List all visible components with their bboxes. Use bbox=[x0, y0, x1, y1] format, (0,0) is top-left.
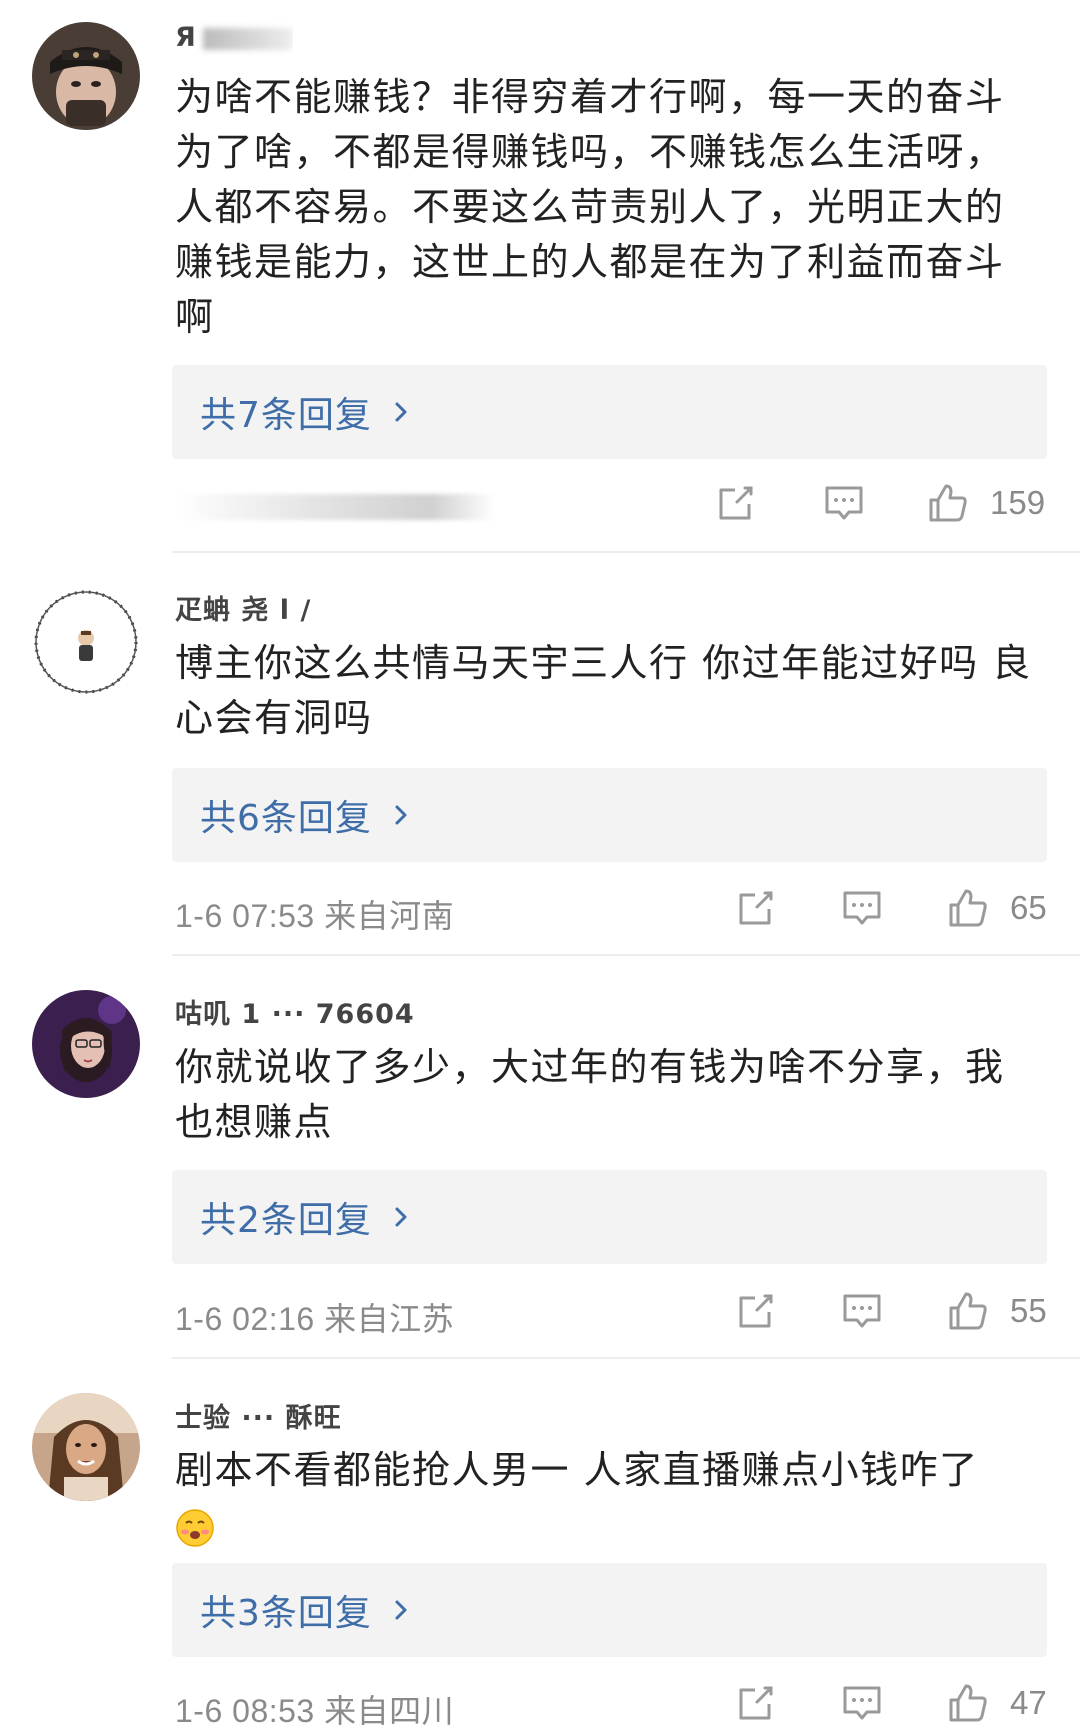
thumbs-up-icon[interactable] bbox=[947, 887, 989, 929]
divider bbox=[172, 1357, 1080, 1359]
like-count: 55 bbox=[1010, 1292, 1047, 1329]
comment-text: 博主你这么共情马天宇三人行 你过年能过好吗 良心会有洞吗 bbox=[175, 641, 1032, 740]
comment-icon[interactable] bbox=[823, 482, 865, 524]
avatar[interactable] bbox=[32, 990, 140, 1098]
comment-meta: 159 bbox=[175, 480, 1050, 530]
replies-label: 共6条回复 bbox=[200, 798, 372, 839]
avatar[interactable] bbox=[32, 22, 140, 130]
username[interactable]: Я bbox=[175, 22, 293, 56]
comment-icon[interactable] bbox=[841, 1290, 883, 1332]
thumbs-up-icon[interactable] bbox=[927, 482, 969, 524]
comment-text-content: 剧本不看都能抢人男一 人家直播赚点小钱咋了 bbox=[175, 1448, 979, 1492]
divider bbox=[172, 954, 1080, 956]
username[interactable]: 疋蚺 尧 l / bbox=[175, 588, 311, 622]
share-icon[interactable] bbox=[735, 887, 777, 929]
timestamp-location: 1-6 07:53 来自河南 bbox=[175, 898, 455, 934]
chevron-right-icon bbox=[395, 402, 407, 422]
username[interactable]: 咕叽 1 ··· 76604 bbox=[175, 992, 415, 1026]
blurred-username bbox=[202, 27, 293, 50]
comment-meta: 1-6 07:53 来自河南 65 bbox=[175, 885, 1050, 935]
replies-label: 共2条回复 bbox=[200, 1200, 372, 1241]
comment-icon[interactable] bbox=[841, 1682, 883, 1724]
view-replies-button[interactable]: 共7条回复 bbox=[172, 365, 1047, 459]
divider bbox=[172, 551, 1080, 553]
avatar[interactable] bbox=[32, 1393, 140, 1501]
timestamp-location: 1-6 02:16 来自江苏 bbox=[175, 1301, 455, 1337]
share-icon[interactable] bbox=[715, 482, 757, 524]
avatar[interactable] bbox=[32, 588, 140, 696]
replies-label: 共3条回复 bbox=[200, 1593, 372, 1634]
view-replies-button[interactable]: 共2条回复 bbox=[172, 1170, 1047, 1264]
blushing-emoji-icon bbox=[176, 1508, 214, 1547]
username[interactable]: 士验 ··· 酥旺 bbox=[175, 1396, 342, 1430]
blurred-timestamp bbox=[175, 494, 495, 520]
comment-icon[interactable] bbox=[841, 887, 883, 929]
replies-label: 共7条回复 bbox=[200, 395, 372, 436]
like-count: 47 bbox=[1010, 1684, 1047, 1721]
timestamp-location: 1-6 08:53 来自四川 bbox=[175, 1693, 455, 1729]
share-icon[interactable] bbox=[735, 1290, 777, 1332]
like-count: 159 bbox=[990, 484, 1046, 521]
thumbs-up-icon[interactable] bbox=[947, 1290, 989, 1332]
comment-text: 为啥不能赚钱？非得穷着才行啊，每一天的奋斗为了啥，不都是得赚钱吗，不赚钱怎么生活… bbox=[175, 75, 1005, 339]
like-count: 65 bbox=[1010, 889, 1047, 926]
view-replies-button[interactable]: 共6条回复 bbox=[172, 768, 1047, 862]
chevron-right-icon bbox=[395, 1600, 407, 1620]
share-icon[interactable] bbox=[735, 1682, 777, 1724]
view-replies-button[interactable]: 共3条回复 bbox=[172, 1563, 1047, 1657]
chevron-right-icon bbox=[395, 1207, 407, 1227]
comment-meta: 1-6 08:53 来自四川 47 bbox=[175, 1680, 1050, 1730]
comment-meta: 1-6 02:16 来自江苏 55 bbox=[175, 1288, 1050, 1338]
chevron-right-icon bbox=[395, 805, 407, 825]
comment-text: 你就说收了多少，大过年的有钱为啥不分享，我也想赚点 bbox=[175, 1045, 1005, 1144]
thumbs-up-icon[interactable] bbox=[947, 1682, 989, 1724]
comment-text: 剧本不看都能抢人男一 人家直播赚点小钱咋了 bbox=[175, 1443, 1035, 1553]
